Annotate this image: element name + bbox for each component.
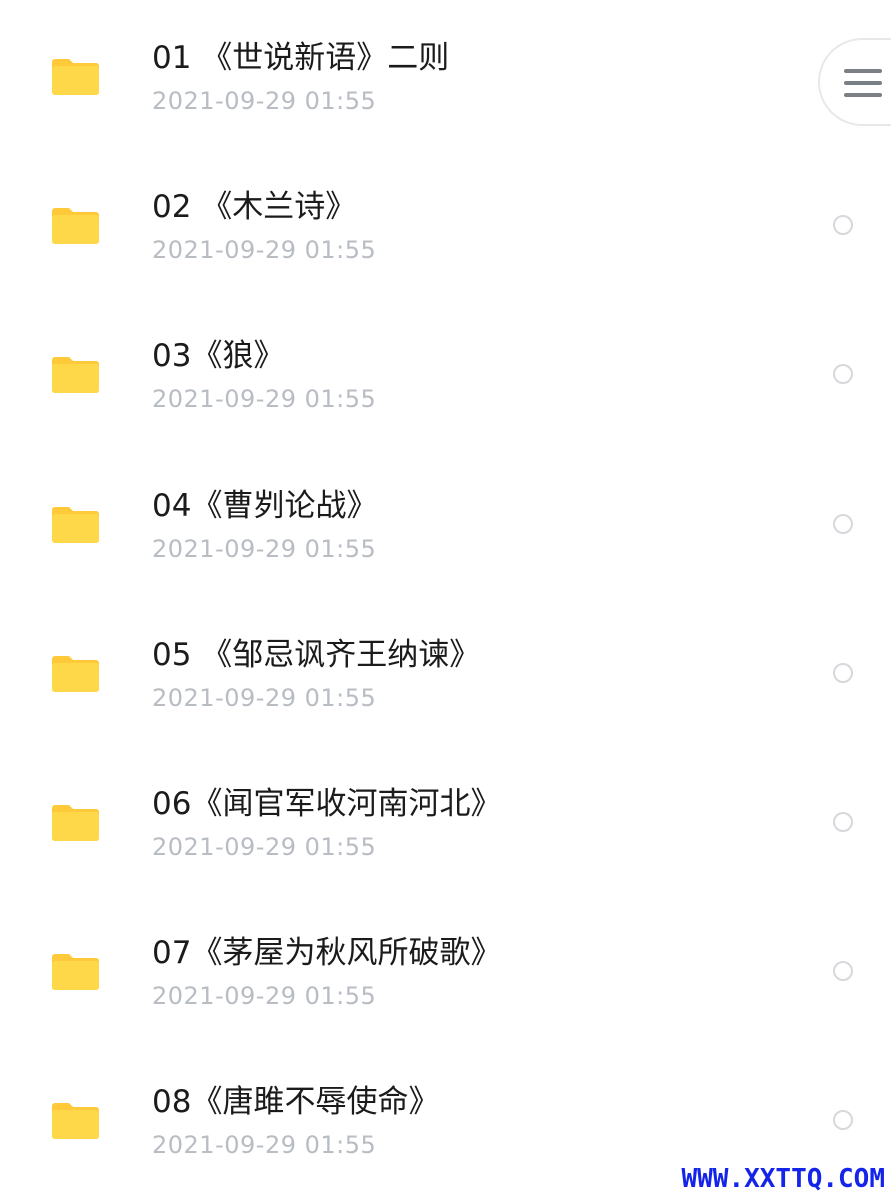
file-title: 01 《世说新语》二则 xyxy=(152,40,450,76)
folder-icon xyxy=(52,654,99,692)
folder-icon xyxy=(52,1101,99,1139)
file-date: 2021-09-29 01:55 xyxy=(152,535,377,563)
file-date: 2021-09-29 01:55 xyxy=(152,236,377,264)
file-date: 2021-09-29 01:55 xyxy=(152,1131,377,1159)
file-row[interactable]: 01 《世说新语》二则 2021-09-29 01:55 xyxy=(0,0,891,149)
file-title: 08《唐雎不辱使命》 xyxy=(152,1084,440,1120)
select-radio[interactable] xyxy=(833,514,853,534)
file-title: 05 《邹忌讽齐王纳谏》 xyxy=(152,637,481,673)
file-title: 06《闻官军收河南河北》 xyxy=(152,786,502,822)
file-row[interactable]: 05 《邹忌讽齐王纳谏》 2021-09-29 01:55 xyxy=(0,597,891,746)
file-row[interactable]: 07《茅屋为秋风所破歌》 2021-09-29 01:55 xyxy=(0,895,891,1044)
file-date: 2021-09-29 01:55 xyxy=(152,385,377,413)
file-title: 02 《木兰诗》 xyxy=(152,189,357,225)
file-date: 2021-09-29 01:55 xyxy=(152,833,377,861)
folder-icon xyxy=(52,57,99,95)
select-radio[interactable] xyxy=(833,812,853,832)
select-radio[interactable] xyxy=(833,364,853,384)
file-date: 2021-09-29 01:55 xyxy=(152,684,377,712)
file-title: 04《曹刿论战》 xyxy=(152,488,378,524)
folder-icon xyxy=(52,803,99,841)
folder-icon xyxy=(52,505,99,543)
select-radio[interactable] xyxy=(833,663,853,683)
select-radio[interactable] xyxy=(833,215,853,235)
file-row[interactable]: 06《闻官军收河南河北》 2021-09-29 01:55 xyxy=(0,746,891,895)
file-row[interactable]: 03《狼》 2021-09-29 01:55 xyxy=(0,298,891,447)
select-radio[interactable] xyxy=(833,961,853,981)
file-row[interactable]: 02 《木兰诗》 2021-09-29 01:55 xyxy=(0,149,891,298)
file-title: 03《狼》 xyxy=(152,338,285,374)
file-date: 2021-09-29 01:55 xyxy=(152,87,377,115)
file-row[interactable]: 04《曹刿论战》 2021-09-29 01:55 xyxy=(0,448,891,597)
file-date: 2021-09-29 01:55 xyxy=(152,982,377,1010)
folder-icon xyxy=(52,355,99,393)
file-title: 07《茅屋为秋风所破歌》 xyxy=(152,935,502,971)
folder-icon xyxy=(52,952,99,990)
watermark: WWW.XXTTQ.COM xyxy=(681,1164,886,1194)
folder-icon xyxy=(52,206,99,244)
select-radio[interactable] xyxy=(833,1110,853,1130)
